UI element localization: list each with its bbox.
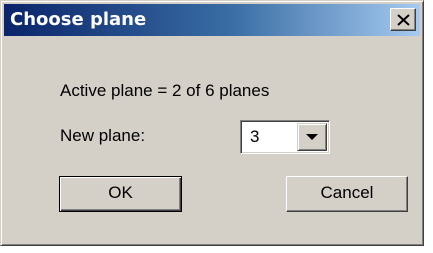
new-plane-select-value: 3 <box>250 127 260 146</box>
choose-plane-dialog: Choose plane Active plane = 2 of 6 plane… <box>0 0 424 246</box>
active-plane-text: Active plane = 2 of 6 planes <box>60 81 270 100</box>
new-plane-select[interactable]: 3 <box>240 120 330 154</box>
cancel-button[interactable]: Cancel <box>286 176 408 212</box>
window-title: Choose plane <box>10 9 147 30</box>
close-icon <box>397 14 410 26</box>
close-button[interactable] <box>390 8 416 31</box>
chevron-down-icon <box>306 134 318 140</box>
ok-button[interactable]: OK <box>59 176 182 212</box>
new-plane-label: New plane: <box>60 126 146 145</box>
dropdown-button[interactable] <box>297 123 327 151</box>
title-bar[interactable]: Choose plane <box>4 4 420 36</box>
